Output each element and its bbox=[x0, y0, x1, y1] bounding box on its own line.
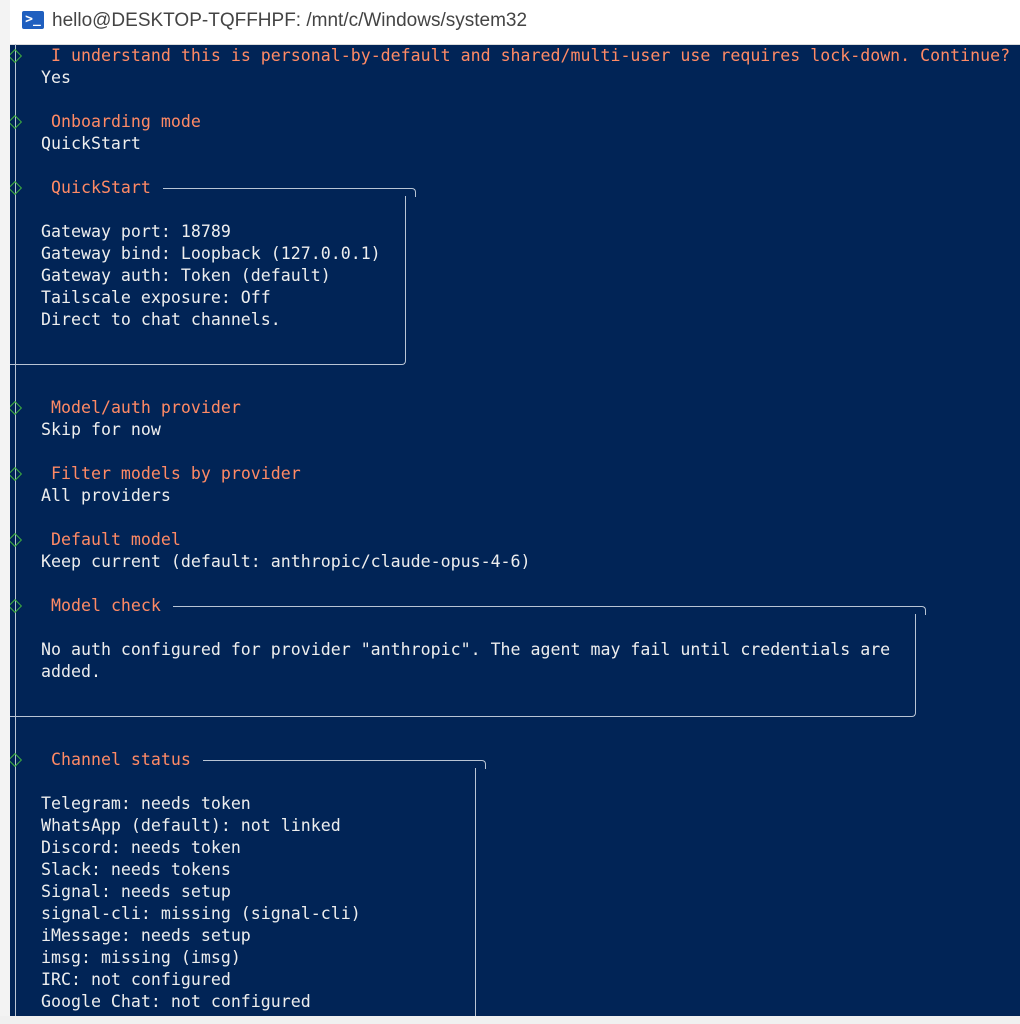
box-line: added. bbox=[41, 662, 101, 681]
box-border bbox=[10, 614, 916, 717]
box-line: signal-cli: missing (signal-cli) bbox=[41, 904, 361, 923]
box-line: Google Chat: not configured bbox=[41, 992, 311, 1011]
step-answer: Keep current (default: anthropic/claude-… bbox=[41, 552, 531, 571]
step-prompt: Model/auth provider bbox=[51, 398, 241, 417]
horizontal-scrollbar[interactable] bbox=[0, 1016, 1020, 1024]
step-marker-icon bbox=[10, 466, 23, 482]
step-answer: All providers bbox=[41, 486, 171, 505]
box-line: Gateway auth: Token (default) bbox=[41, 266, 331, 285]
step-marker-icon bbox=[10, 532, 23, 548]
title-bar[interactable]: >_ hello@DESKTOP-TQFFHPF: /mnt/c/Windows… bbox=[10, 0, 1020, 45]
box-line: Discord: needs token bbox=[41, 838, 241, 857]
background-window-edge bbox=[0, 0, 10, 1024]
step-prompt: Onboarding mode bbox=[51, 112, 201, 131]
step-answer: QuickStart bbox=[41, 134, 141, 153]
step-marker-icon bbox=[10, 598, 23, 614]
box-line: iMessage: needs setup bbox=[41, 926, 251, 945]
step-marker-icon bbox=[10, 400, 23, 416]
box-line: Gateway bind: Loopback (127.0.0.1) bbox=[41, 244, 381, 263]
terminal-output[interactable]: I understand this is personal-by-default… bbox=[10, 44, 1020, 1024]
box-line: imsg: missing (imsg) bbox=[41, 948, 241, 967]
step-prompt: Default model bbox=[51, 530, 181, 549]
box-line: IRC: not configured bbox=[41, 970, 231, 989]
box-line: Signal: needs setup bbox=[41, 882, 231, 901]
box-line: WhatsApp (default): not linked bbox=[41, 816, 341, 835]
step-marker-icon bbox=[10, 752, 23, 768]
step-prompt: I understand this is personal-by-default… bbox=[51, 46, 1011, 65]
step-prompt: Filter models by provider bbox=[51, 464, 301, 483]
window-title: hello@DESKTOP-TQFFHPF: /mnt/c/Windows/sy… bbox=[52, 10, 528, 31]
box-line: Gateway port: 18789 bbox=[41, 222, 231, 241]
step-answer: Yes bbox=[41, 68, 71, 87]
box-line: Direct to chat channels. bbox=[41, 310, 281, 329]
step-marker-icon bbox=[10, 48, 23, 64]
box-line: Telegram: needs token bbox=[41, 794, 251, 813]
box-line: Tailscale exposure: Off bbox=[41, 288, 271, 307]
step-answer: Skip for now bbox=[41, 420, 161, 439]
box-line: Slack: needs tokens bbox=[41, 860, 231, 879]
terminal-window[interactable]: >_ hello@DESKTOP-TQFFHPF: /mnt/c/Windows… bbox=[10, 0, 1020, 1024]
step-marker-icon bbox=[10, 114, 23, 130]
box-line: No auth configured for provider "anthrop… bbox=[41, 640, 891, 659]
powershell-icon: >_ bbox=[22, 11, 44, 29]
step-marker-icon bbox=[10, 180, 23, 196]
